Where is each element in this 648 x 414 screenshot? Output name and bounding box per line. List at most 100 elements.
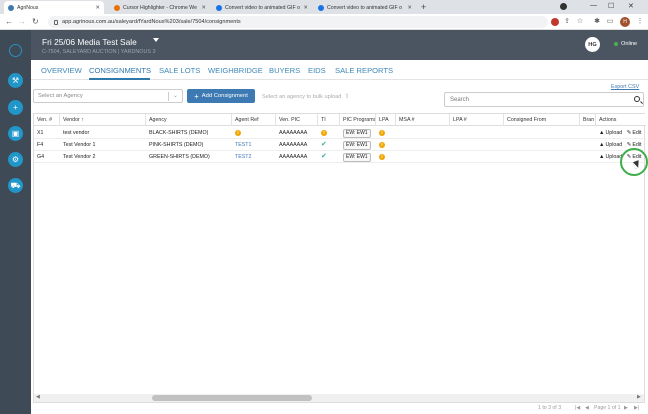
cell-vendor: Test Vendor 1 (63, 142, 96, 148)
truck-icon[interactable]: ⛟ (8, 178, 23, 193)
cast-icon[interactable]: ▭ (606, 18, 614, 26)
close-tab-icon[interactable]: ✕ (198, 5, 206, 11)
tab-consignments[interactable]: CONSIGNMENTS (89, 66, 151, 75)
column-header-brands[interactable]: Bran (580, 114, 596, 126)
column-header-ti[interactable]: TI (318, 114, 340, 126)
star-icon[interactable]: ☆ (576, 18, 584, 26)
program-badge: EW: EW1 (343, 153, 371, 162)
cell-ti: ✔ (318, 139, 340, 151)
id-card-icon[interactable]: ▣ (8, 126, 23, 141)
tools-icon[interactable]: ⚒ (8, 73, 23, 88)
upload-person-icon: ▲ (599, 130, 605, 136)
next-page-icon[interactable]: ▶ (624, 405, 628, 411)
tab-sale-reports[interactable]: SALE REPORTS (335, 66, 393, 75)
add-icon[interactable]: + (8, 100, 23, 115)
tab-sale-lots[interactable]: SALE LOTS (159, 66, 200, 75)
prev-page-icon[interactable]: ◀ (585, 405, 589, 411)
sort-arrow-up-icon: ↑ (81, 117, 84, 123)
url-field[interactable]: app.agrinous.com.au/saleyard/fYardNous%2… (48, 16, 548, 28)
forward-icon[interactable]: → (18, 17, 26, 27)
share-icon[interactable]: ⇪ (563, 18, 571, 26)
power-logo-icon[interactable] (9, 44, 22, 57)
warning-icon: ! (379, 129, 385, 136)
scroll-right-icon[interactable]: ▶ (637, 394, 641, 400)
upload-button[interactable]: ▲Upload (599, 130, 622, 136)
browser-menu-icon[interactable]: ⋮ (636, 18, 644, 26)
cell-agent-ref[interactable]: TEST2 (232, 151, 276, 163)
column-header-lpa[interactable]: LPA (376, 114, 396, 126)
tab-eids[interactable]: EIDS (308, 66, 326, 75)
tab-overview[interactable]: OVERVIEW (41, 66, 82, 75)
upload-label: Upload (605, 130, 623, 136)
url-text: app.agrinous.com.au/saleyard/fYardNous%2… (62, 19, 241, 25)
column-header-agent-ref[interactable]: Agent Ref (232, 114, 276, 126)
scrollbar-thumb[interactable] (152, 395, 312, 401)
online-status: Online (614, 41, 637, 47)
cell-ven: G4 (37, 154, 45, 160)
column-header-ven[interactable]: Ven. # (34, 114, 60, 126)
first-page-icon[interactable]: |◀ (575, 405, 580, 411)
user-avatar[interactable]: HG (585, 37, 600, 52)
active-tab-indicator (89, 78, 150, 80)
scroll-left-icon[interactable]: ◀ (36, 394, 40, 400)
edit-button[interactable]: ✎Edit (627, 130, 642, 136)
bulk-upload-hint: Select an agency to bulk upload ⇧ (262, 93, 349, 101)
agency-select[interactable]: Select an Agency ⌄ (33, 89, 183, 103)
extension-red-icon[interactable] (551, 18, 559, 26)
cell-lpa: ! (376, 127, 396, 139)
extensions-puzzle-icon[interactable]: ✱ (593, 18, 601, 26)
cell-agent-ref[interactable]: TEST1 (232, 139, 276, 151)
table-header: Ven. # Vendor ↑ Agency Agent Ref Ven. PI… (34, 114, 646, 126)
cell-ven: F4 (37, 142, 44, 148)
last-page-icon[interactable]: ▶| (634, 405, 639, 411)
agency-select-placeholder: Select an Agency (38, 93, 83, 99)
column-header-lpa-number[interactable]: LPA # (450, 114, 504, 126)
tab-weighbridge[interactable]: WEIGHBRIDGE (208, 66, 263, 75)
export-csv-link[interactable]: Export CSV (611, 84, 639, 90)
column-header-msa[interactable]: MSA # (396, 114, 450, 126)
maximize-icon[interactable]: ☐ (608, 2, 614, 10)
close-tab-icon[interactable]: ✕ (300, 5, 308, 11)
table-row: G4 Test Vendor 2 GREEN-SHIRTS (DEMO) TES… (34, 151, 646, 163)
cell-agency: PINK-SHIRTS (DEMO) (149, 142, 204, 148)
column-header-agency[interactable]: Agency (146, 114, 232, 126)
cell-ven-pic: AAAAAAAA (279, 130, 308, 136)
browser-profile-avatar[interactable]: H (620, 17, 630, 27)
sale-dropdown-chevron-icon[interactable] (153, 38, 159, 42)
column-header-actions: Actions (599, 117, 617, 123)
minimize-icon[interactable]: — (590, 2, 597, 9)
upload-button[interactable]: ▲Upload (599, 142, 622, 148)
program-badge: EW: EW1 (343, 141, 371, 150)
settings-icon[interactable]: ⚙ (8, 152, 23, 167)
browser-tab-cursor-highlighter[interactable]: Cursor Highlighter - Chrome We ✕ (110, 1, 210, 14)
chevron-down-icon[interactable]: ⌄ (173, 92, 178, 99)
add-consignment-button[interactable]: + Add Consignment (187, 89, 255, 103)
sale-nav-tabs: OVERVIEW CONSIGNMENTS SALE LOTS WEIGHBRI… (31, 60, 648, 80)
back-icon[interactable]: ← (5, 17, 13, 27)
browser-tab-title: AgriNous (17, 4, 39, 11)
column-header-pic-programs[interactable]: PIC Programs (340, 114, 376, 126)
browser-tab-convert-1[interactable]: Convert video to animated GIF o ✕ (212, 1, 312, 14)
browser-tab-agrinous[interactable]: AgriNous ✕ (4, 1, 104, 14)
column-header-consigned-from[interactable]: Consigned From (504, 114, 580, 126)
close-tab-icon[interactable]: ✕ (92, 5, 100, 11)
app-header: Fri 25/06 Media Test Sale C-7504, SALEYA… (31, 30, 648, 60)
new-tab-icon[interactable]: + (421, 1, 426, 13)
window-close-icon[interactable]: ✕ (628, 2, 634, 10)
upload-button[interactable]: ▲Upload (599, 154, 622, 160)
sale-title[interactable]: Fri 25/06 Media Test Sale (42, 37, 137, 47)
search-icon[interactable] (634, 96, 640, 102)
browser-tab-convert-2[interactable]: Convert video to animated GIF o ✕ (314, 1, 416, 14)
tab-buyers[interactable]: BUYERS (269, 66, 300, 75)
cell-pic-programs: EW: EW1 (340, 139, 376, 151)
horizontal-scrollbar[interactable]: ◀ ▶ (34, 394, 644, 402)
reload-icon[interactable]: ↻ (32, 17, 39, 27)
column-header-vendor[interactable]: Vendor ↑ (60, 114, 146, 126)
extension-favicon-icon (114, 4, 120, 11)
upload-person-icon: ▲ (599, 142, 605, 148)
checkmark-icon: ✔ (321, 141, 327, 148)
warning-icon: ! (379, 141, 385, 148)
column-header-ven-pic[interactable]: Ven. PIC (276, 114, 318, 126)
close-tab-icon[interactable]: ✕ (404, 5, 412, 11)
search-input[interactable]: Search (444, 92, 644, 107)
